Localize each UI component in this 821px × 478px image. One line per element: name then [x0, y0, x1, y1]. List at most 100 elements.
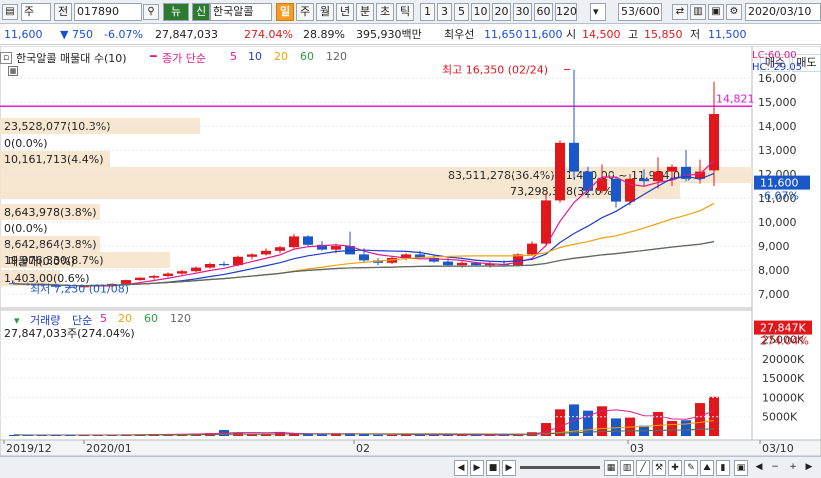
volume-current: 27,847,033주(274.04%) — [4, 327, 135, 340]
code-input[interactable]: 017890 — [74, 3, 142, 21]
interval-button[interactable]: 20 — [492, 3, 511, 21]
crosshair-icon[interactable]: ✚ — [668, 460, 682, 476]
price-axis-label: 16,000 — [758, 72, 797, 85]
volume-current-pct: 274.04% — [760, 335, 809, 348]
export-icon[interactable]: ▣ — [734, 460, 748, 476]
candle-body — [639, 178, 649, 182]
bars-icon[interactable]: ▥ — [620, 460, 634, 476]
candle-body — [555, 142, 565, 201]
candle-body — [303, 236, 313, 245]
volume-axis-label: 15000K — [762, 372, 805, 385]
play-icon[interactable]: ▶ — [470, 460, 484, 476]
open-price: 14,500 — [582, 28, 621, 41]
date-field[interactable]: 2020/03/10 — [745, 3, 821, 21]
low-price: 11,500 — [708, 28, 747, 41]
candle-body — [667, 166, 677, 172]
ask-price: 11,650 — [484, 28, 523, 41]
prev-button[interactable]: 전 — [54, 3, 72, 21]
legend-ma-label: 20 — [274, 50, 288, 63]
minus-icon[interactable]: − — [768, 460, 782, 476]
candle-icon[interactable]: ▮ — [716, 460, 730, 476]
price-change: 750 — [72, 28, 93, 41]
scroll-right-icon[interactable]: ▶ — [802, 460, 816, 476]
scroll-left-icon[interactable]: ◀ — [752, 460, 766, 476]
arrow-icon[interactable]: ⇄ — [672, 4, 688, 20]
interval-button[interactable]: 30 — [513, 3, 532, 21]
save-icon[interactable]: ▣ — [708, 4, 724, 20]
ma-profile-label: 매물대(0.0%) — [8, 255, 75, 268]
candle-body — [205, 264, 215, 268]
legend-ma-label: 10 — [248, 50, 262, 63]
scroll-start-icon[interactable]: ◀ — [454, 460, 468, 476]
candle-body — [275, 247, 285, 251]
quote-bar: 11,600 ▼ 750 -6.07% 27,847,033 274.04% 2… — [0, 25, 821, 45]
period-tab[interactable]: 일 — [276, 3, 294, 21]
period-tab[interactable]: 월 — [316, 3, 334, 21]
interval-button[interactable]: 60 — [534, 3, 553, 21]
candle-body — [709, 114, 719, 171]
period-tab[interactable]: 년 — [336, 3, 354, 21]
news-button[interactable]: 뉴 — [163, 3, 189, 21]
price-axis-label: 10,000 — [758, 216, 797, 229]
market-select[interactable]: 주 — [21, 3, 51, 21]
pen-icon[interactable]: ✎ — [684, 460, 698, 476]
legend-title: 한국알콜 매물대 수(10) — [16, 52, 127, 65]
volume-ma-label: 20 — [118, 312, 132, 325]
chart-area[interactable]: 23,528,077(10.3%) 0(0.0%) 10,161,713(4.4%)… — [0, 46, 821, 478]
interval-button[interactable]: 5 — [454, 3, 469, 21]
price-axis-label: 8,000 — [758, 264, 790, 277]
interval-button[interactable]: 120 — [555, 3, 577, 21]
stock-icon[interactable]: ▤ — [2, 4, 18, 20]
price-axis-label: 9,000 — [758, 240, 790, 253]
period-tab[interactable]: 초 — [376, 3, 394, 21]
low-label: 저 — [690, 28, 701, 41]
candle-body — [331, 246, 341, 250]
period-tab[interactable]: 분 — [356, 3, 374, 21]
stock-name: 한국알콜 — [210, 3, 272, 21]
candle-body — [611, 178, 621, 202]
volume-bar — [681, 420, 691, 436]
chart-icon[interactable]: ▥ — [690, 4, 706, 20]
bottom-scrollbar[interactable]: ◀ ▶ ■ ▶ ▦ ▥ ╱ ⚒ ✚ ✎ ⛰ ▮ ▣ ◀ − + ▶ — [0, 456, 821, 478]
calculator-icon[interactable]: ▦ — [8, 66, 18, 76]
legend-toggle-icon[interactable]: ▫ — [0, 52, 12, 64]
magnifier-icon[interactable]: ⚲ — [143, 4, 159, 20]
bid-price: 11,600 — [524, 28, 563, 41]
candle-body — [541, 200, 551, 244]
plus-icon[interactable]: + — [786, 460, 800, 476]
end-icon[interactable]: ▶ — [502, 460, 516, 476]
candle-body — [163, 273, 173, 276]
grid-icon[interactable]: ▦ — [604, 460, 618, 476]
tools-icon[interactable]: ⚒ — [652, 460, 666, 476]
line-icon[interactable]: ╱ — [636, 460, 650, 476]
volume-bar — [359, 434, 369, 436]
volume-axis-label: 5000K — [762, 411, 798, 424]
volume-bar — [387, 434, 397, 436]
settings-gear-icon[interactable]: ⚙ — [726, 4, 742, 20]
volume-profile-label: 0(0.0%) — [4, 137, 48, 150]
date-label: 2019/12 — [6, 442, 52, 455]
low-marker-label: 최저 7,230 (01/08) — [30, 282, 129, 295]
candle-body — [583, 171, 593, 191]
period-tab[interactable]: 주 — [296, 3, 314, 21]
date-label: 2020/01 — [86, 442, 132, 455]
price-axis-label: 14,000 — [758, 120, 797, 133]
candle-body — [247, 254, 257, 257]
interval-button[interactable]: 10 — [471, 3, 490, 21]
period-tab[interactable]: 틱 — [396, 3, 414, 21]
candle-body — [457, 262, 467, 266]
new-button[interactable]: 신 — [192, 3, 210, 21]
stop-icon[interactable]: ■ — [486, 460, 500, 476]
mountain-icon[interactable]: ⛰ — [700, 460, 714, 476]
price-volume-chart[interactable]: 23,528,077(10.3%)0(0.0%)10,161,713(4.4%)… — [0, 46, 821, 456]
candle-body — [653, 171, 663, 182]
zoom-slider[interactable] — [520, 466, 600, 469]
amount: 395,930백만 — [356, 28, 422, 41]
dropdown-chevron-icon[interactable]: ▾ — [590, 3, 606, 21]
volume-value: 27,847,033 — [155, 28, 218, 41]
interval-button[interactable]: 1 — [420, 3, 435, 21]
volume-bar — [303, 434, 313, 436]
legend-close-label: 종가 단순 — [162, 52, 206, 65]
volume-ma-label: 60 — [144, 312, 158, 325]
interval-button[interactable]: 3 — [437, 3, 452, 21]
